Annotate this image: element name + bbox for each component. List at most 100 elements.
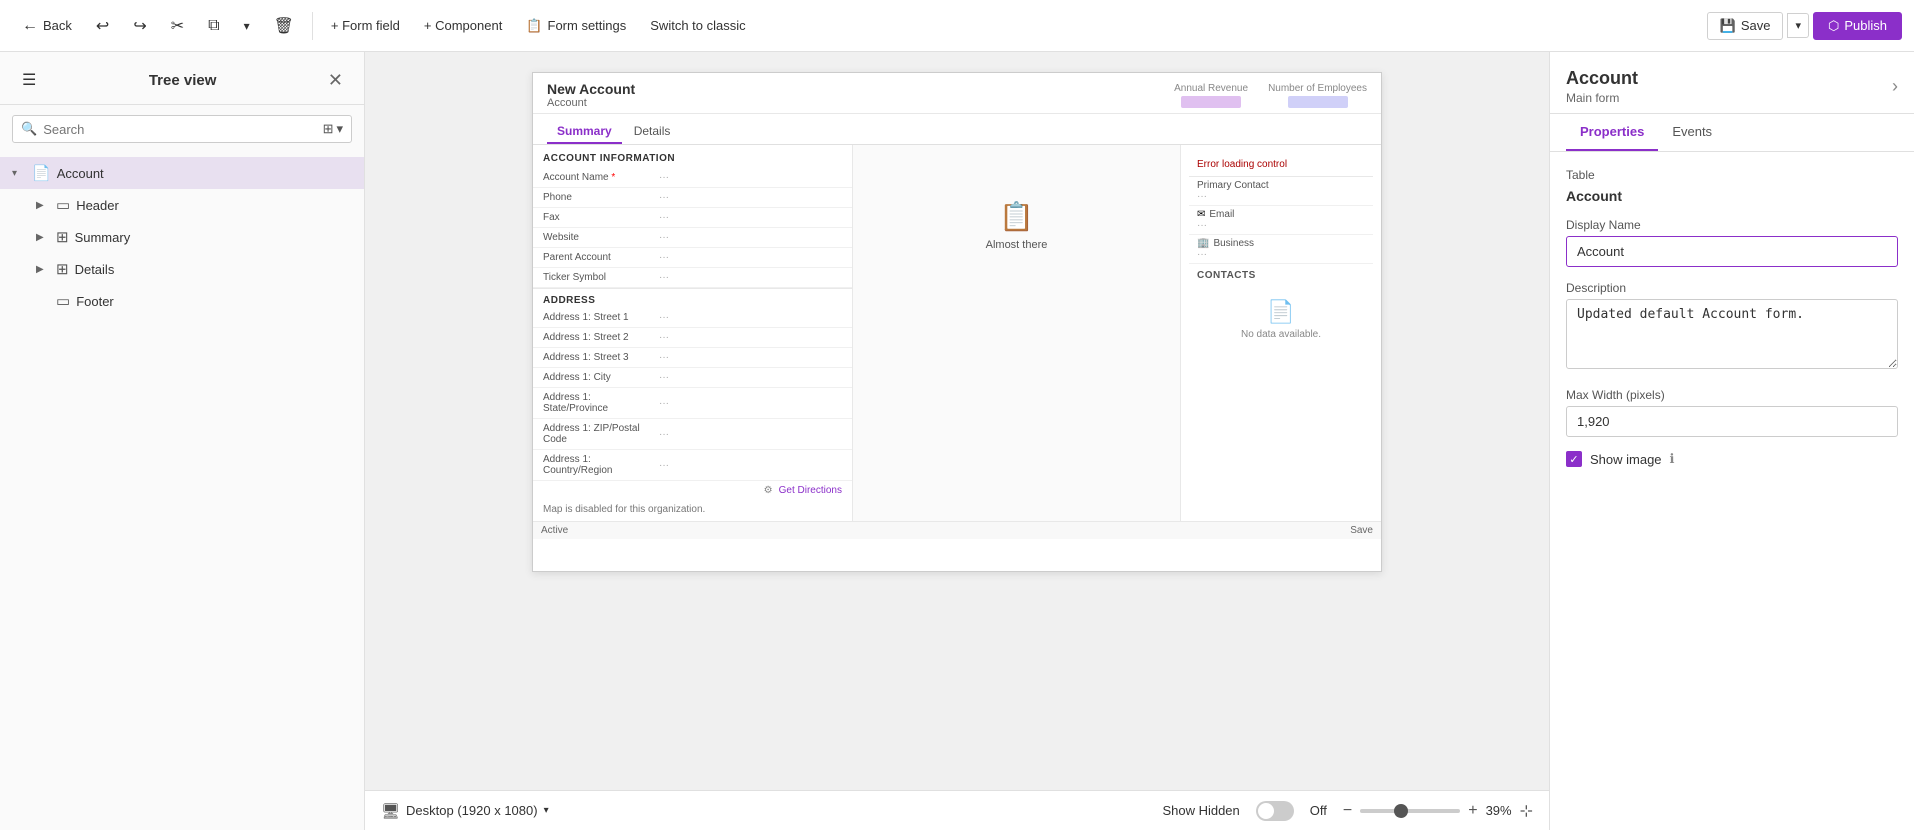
email-icon: ✉ [1197,209,1205,220]
show-image-checkbox[interactable]: ✓ [1566,451,1582,467]
tree-item-header[interactable]: ▶ ▭ Header [28,189,364,221]
field-fax: Fax ··· [533,208,852,228]
form-footer-save: Save [1350,525,1373,536]
chevron-right-icon-summary: ▶ [36,232,50,243]
right-panel: Account Main form › Properties Events Ta… [1549,52,1914,830]
tree-item-footer[interactable]: ▶ ▭ Footer [28,285,364,317]
description-textarea[interactable]: Updated default Account form. [1566,299,1898,369]
timeline-area: 📋 Almost there [853,145,1180,305]
contacts-section: CONTACTS 📄 No data available. [1189,264,1373,358]
save-caret-button[interactable]: ▾ [1787,13,1809,38]
separator [312,12,313,40]
save-icon: 💾 [1720,18,1736,34]
tree-item-summary[interactable]: ▶ ⊞ Summary [28,221,364,253]
fit-to-screen-icon[interactable]: ⊹ [1520,801,1533,821]
undo-button[interactable]: ↩ [86,11,119,41]
description-label: Description [1566,281,1898,295]
map-section: ⚙ Get Directions [533,481,852,504]
tree-item-account-root[interactable]: ▾ 📄 Account [0,157,364,189]
hamburger-icon: ☰ [22,70,36,90]
dropdown-button[interactable]: ▾ [234,14,260,38]
form-settings-icon: 📋 [526,18,542,34]
right-panel-subtitle: Main form [1566,91,1638,105]
search-input[interactable] [43,122,316,137]
toolbar-right: 💾 Save ▾ ⬡ Publish [1707,12,1902,40]
save-button[interactable]: 💾 Save [1707,12,1784,40]
tree-header: ☰ Tree view ✕ [0,52,364,105]
show-hidden-label: Show Hidden [1162,803,1239,818]
copy-button[interactable]: ⧉ [198,12,229,40]
delete-icon: 🗑 [274,16,294,36]
field-zip: Address 1: ZIP/Postal Code ··· [533,419,852,450]
redo-button[interactable]: ↪ [123,11,156,41]
account-info-title: ACCOUNT INFORMATION [533,145,852,168]
switch-classic-button[interactable]: Switch to classic [640,13,755,38]
publish-button[interactable]: ⬡ Publish [1813,12,1902,40]
search-bar: 🔍 ⊞ ▾ [12,115,352,143]
show-image-label: Show image [1590,452,1662,467]
filter-button[interactable]: ⊞ ▾ [323,121,343,137]
max-width-input[interactable] [1566,406,1898,437]
form-settings-button[interactable]: 📋 Form settings [516,13,636,39]
field-website: Website ··· [533,228,852,248]
desktop-selector[interactable]: 🖥 Desktop (1920 x 1080) ▾ [381,802,549,820]
rp-tab-events[interactable]: Events [1658,114,1726,151]
bottom-bar: 🖥 Desktop (1920 x 1080) ▾ Show Hidden Of… [365,790,1549,830]
info-icon[interactable]: ℹ [1670,451,1675,467]
display-name-input[interactable] [1566,236,1898,267]
delete-button[interactable]: 🗑 [264,11,304,41]
back-button[interactable]: ← Back [12,12,82,40]
section-icon-footer: ▭ [56,292,70,310]
form-footer-status: Active [541,525,568,536]
field-street1: Address 1: Street 1 ··· [533,308,852,328]
right-panel-title: Account [1566,68,1638,89]
show-image-row: ✓ Show image ℹ [1566,451,1898,467]
chevron-down-icon: ▾ [244,19,250,33]
toggle-off-label: Off [1310,803,1327,818]
tree-root-label: Account [57,166,352,181]
tree-item-details[interactable]: ▶ ⊞ Details [28,253,364,285]
canvas-content: Annual Revenue Number of Employees New A… [365,52,1549,790]
rp-tab-properties[interactable]: Properties [1566,114,1658,151]
cut-button[interactable]: ✂ [161,11,194,41]
timeline-text: Almost there [986,239,1048,251]
copy-icon: ⧉ [208,17,219,35]
tree-content: ▾ 📄 Account ▶ ▭ Header ▶ ⊞ Summary ▶ [0,153,364,830]
contacts-title: CONTACTS [1197,270,1365,281]
chevron-right-icon-header: ▶ [36,200,50,211]
form-preview: Annual Revenue Number of Employees New A… [532,72,1382,572]
zoom-minus-button[interactable]: − [1343,802,1352,820]
annual-revenue-meta: Annual Revenue [1174,83,1248,110]
rp-content: Table Account Display Name Description U… [1550,152,1914,491]
undo-icon: ↩ [96,16,109,36]
component-button[interactable]: + Component [414,13,512,38]
section-icon-details: ⊞ [56,260,69,278]
get-directions-link[interactable]: Get Directions [779,485,842,496]
field-street2: Address 1: Street 2 ··· [533,328,852,348]
tree-children: ▶ ▭ Header ▶ ⊞ Summary ▶ ⊞ Details ▶ ▭ [0,189,364,317]
timeline-icon: 📋 [999,200,1034,233]
chevron-down-icon-root: ▾ [12,168,26,179]
cut-icon: ✂ [171,16,184,36]
zoom-slider[interactable] [1360,809,1460,813]
error-loading-text: Error loading control [1189,153,1373,176]
back-icon: ← [22,17,38,35]
filter-icon: ⊞ [323,121,334,137]
toggle-thumb [1258,803,1274,819]
checkmark-icon: ✓ [1569,453,1578,466]
tree-panel: ☰ Tree view ✕ 🔍 ⊞ ▾ ▾ 📄 Account ▶ [0,52,365,830]
field-country: Address 1: Country/Region ··· [533,450,852,481]
toolbar: ← Back ↩ ↪ ✂ ⧉ ▾ 🗑 + Form field + Compon… [0,0,1914,52]
zoom-plus-button[interactable]: + [1468,802,1477,820]
tree-close-button[interactable]: ✕ [323,68,348,93]
show-hidden-toggle[interactable] [1256,801,1294,821]
hamburger-button[interactable]: ☰ [16,66,42,94]
right-panel-nav-icon[interactable]: › [1892,76,1898,97]
form-field-button[interactable]: + Form field [321,13,410,38]
right-panel-title-row: Account Main form › [1566,68,1898,105]
tab-summary[interactable]: Summary [547,120,622,144]
chevron-down-icon-desktop: ▾ [544,805,549,816]
tab-details[interactable]: Details [624,120,681,144]
field-ticker-symbol: Ticker Symbol ··· [533,268,852,288]
main-area: ☰ Tree view ✕ 🔍 ⊞ ▾ ▾ 📄 Account ▶ [0,52,1914,830]
